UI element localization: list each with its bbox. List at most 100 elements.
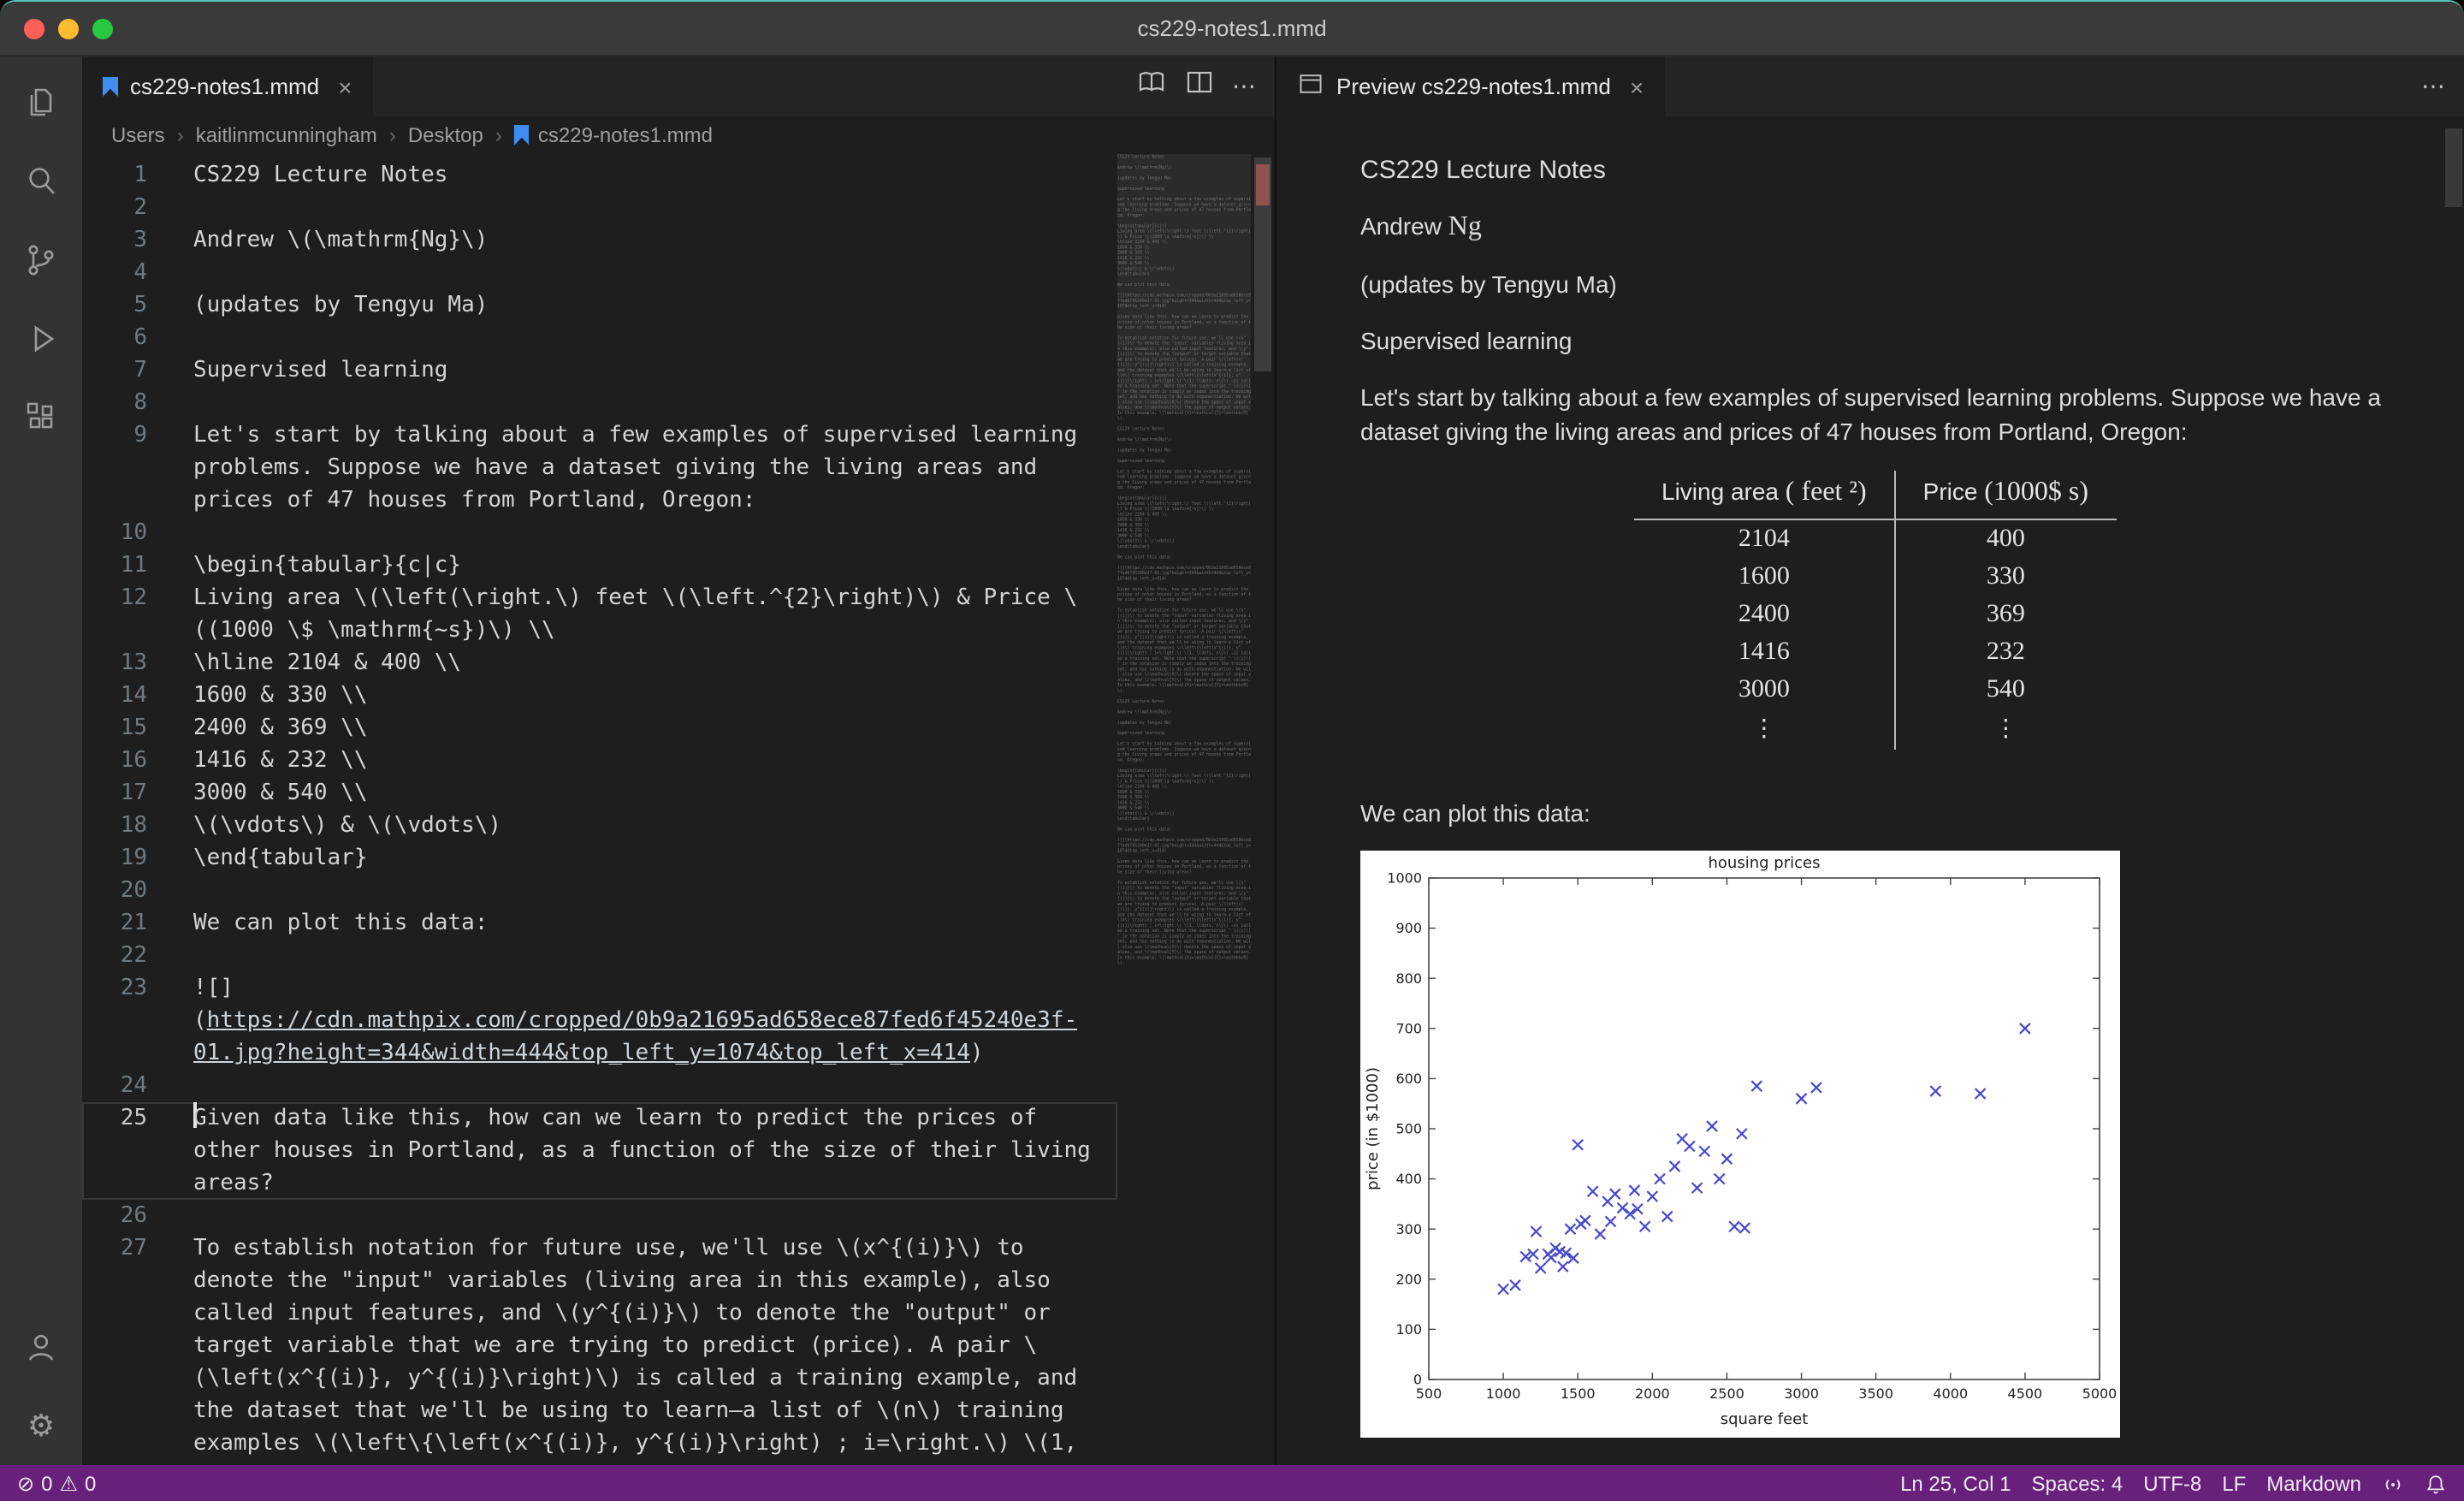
open-preview-icon[interactable] — [1136, 67, 1167, 106]
settings-gear-icon[interactable]: ⚙ — [0, 1386, 82, 1465]
source-control-icon[interactable] — [0, 221, 82, 300]
code-row[interactable]: 22 — [82, 940, 1117, 972]
code-row[interactable]: 2 — [82, 192, 1117, 224]
code-line-text[interactable]: 1416 & 232 \\ — [163, 745, 1117, 777]
line-number: 25 — [82, 1102, 163, 1200]
code-row[interactable]: 152400 & 369 \\ — [82, 712, 1117, 745]
svg-text:housing prices: housing prices — [1709, 854, 1821, 872]
code-row[interactable]: 11\begin{tabular}{c|c} — [82, 549, 1117, 582]
breadcrumb-item[interactable]: cs229-notes1.mmd — [514, 123, 713, 147]
code-line-text[interactable]: 1600 & 330 \\ — [163, 679, 1117, 712]
code-line-text[interactable]: To establish notation for future use, we… — [163, 1232, 1117, 1465]
code-line-text[interactable]: \end{tabular} — [163, 842, 1117, 875]
line-number: 16 — [82, 745, 163, 777]
code-row[interactable]: 4 — [82, 257, 1117, 289]
code-line-text[interactable] — [163, 875, 1117, 907]
minimize-window-button[interactable] — [58, 19, 79, 39]
line-number: 11 — [82, 549, 163, 582]
breadcrumb-item[interactable]: kaitlinmcunningham — [196, 123, 377, 147]
code-line-text[interactable] — [163, 192, 1117, 224]
minimap-slider[interactable] — [1117, 154, 1251, 411]
broadcast-icon[interactable] — [2382, 1473, 2404, 1495]
code-line-text[interactable]: Given data like this, how can we learn t… — [163, 1102, 1117, 1200]
code-row[interactable]: 173000 & 540 \\ — [82, 777, 1117, 810]
code-line-text[interactable]: (updates by Tengyu Ma) — [163, 289, 1117, 322]
line-number: 18 — [82, 810, 163, 842]
accounts-icon[interactable] — [0, 1308, 82, 1386]
code-row[interactable]: 12Living area \(\left(\right.\) feet \(\… — [82, 582, 1117, 647]
code-row[interactable]: 10 — [82, 517, 1117, 549]
code-line-text[interactable] — [163, 322, 1117, 354]
tab-preview[interactable]: Preview cs229-notes1.mmd × — [1276, 56, 1664, 116]
close-window-button[interactable] — [24, 19, 44, 39]
svg-text:3000: 3000 — [1784, 1385, 1819, 1402]
code-line-text[interactable]: \begin{tabular}{c|c} — [163, 549, 1117, 582]
code-line-text[interactable]: 3000 & 540 \\ — [163, 777, 1117, 810]
code-row[interactable]: 24 — [82, 1070, 1117, 1102]
cursor-position[interactable]: Ln 25, Col 1 — [1900, 1472, 2011, 1496]
more-actions-icon[interactable]: ⋯ — [1232, 72, 1258, 101]
code-line-text[interactable]: We can plot this data: — [163, 907, 1117, 940]
search-icon[interactable] — [0, 142, 82, 221]
extensions-icon[interactable] — [0, 378, 82, 457]
close-tab-icon[interactable]: × — [338, 73, 352, 100]
notifications-bell-icon[interactable] — [2425, 1473, 2447, 1495]
code-line-text[interactable] — [163, 940, 1117, 972]
code-line-text[interactable] — [163, 387, 1117, 419]
code-line-text[interactable] — [163, 257, 1117, 289]
errors-count: 0 — [41, 1472, 52, 1496]
code-line-text[interactable]: Let's start by talking about a few examp… — [163, 419, 1117, 517]
table-header: Price (1000$ s) — [1895, 471, 2116, 519]
code-row[interactable]: 20 — [82, 875, 1117, 907]
code-row[interactable]: 18\(\vdots\) & \(\vdots\) — [82, 810, 1117, 842]
code-line-text[interactable]: \(\vdots\) & \(\vdots\) — [163, 810, 1117, 842]
code-row[interactable]: 3Andrew \(\mathrm{Ng}\) — [82, 224, 1117, 257]
code-line-text[interactable] — [163, 1200, 1117, 1232]
more-actions-icon[interactable]: ⋯ — [2421, 72, 2447, 101]
tab-label: cs229-notes1.mmd — [130, 74, 319, 99]
breadcrumb-item[interactable]: Desktop — [408, 123, 483, 147]
code-line-text[interactable]: Living area \(\left(\right.\) feet \(\le… — [163, 582, 1117, 647]
indentation[interactable]: Spaces: 4 — [2032, 1472, 2123, 1496]
run-debug-icon[interactable] — [0, 300, 82, 378]
explorer-icon[interactable] — [0, 63, 82, 142]
code-line-text[interactable]: \hline 2104 & 400 \\ — [163, 647, 1117, 679]
code-row[interactable]: 19\end{tabular} — [82, 842, 1117, 875]
close-tab-icon[interactable]: × — [1630, 73, 1644, 100]
code-line-text[interactable] — [163, 1070, 1117, 1102]
code-row[interactable]: 13\hline 2104 & 400 \\ — [82, 647, 1117, 679]
encoding[interactable]: UTF-8 — [2143, 1472, 2201, 1496]
code-row[interactable]: 23![](https://cdn.mathpix.com/cropped/0b… — [82, 972, 1117, 1070]
code-editor[interactable]: 1CS229 Lecture Notes23Andrew \(\mathrm{N… — [82, 154, 1275, 1465]
text-cursor — [193, 1102, 196, 1128]
problems-indicator[interactable]: ⊘ 0 ⚠ 0 — [17, 1472, 96, 1496]
code-row[interactable]: 9Let's start by talking about a few exam… — [82, 419, 1117, 517]
tab-cs229-notes[interactable]: cs229-notes1.mmd × — [82, 56, 373, 116]
url-link[interactable]: https://cdn.mathpix.com/cropped/0b9a2169… — [193, 1008, 1077, 1066]
preview-scrollbar-thumb[interactable] — [2445, 128, 2462, 207]
code-line-text[interactable]: Supervised learning — [163, 354, 1117, 387]
language-mode[interactable]: Markdown — [2266, 1472, 2361, 1496]
code-line-text[interactable]: 2400 & 369 \\ — [163, 712, 1117, 745]
code-line-text[interactable]: Andrew \(\mathrm{Ng}\) — [163, 224, 1117, 257]
breadcrumb-item[interactable]: Users — [111, 123, 165, 147]
split-editor-icon[interactable] — [1184, 67, 1215, 106]
code-row[interactable]: 27To establish notation for future use, … — [82, 1232, 1117, 1465]
code-row[interactable]: 25Given data like this, how can we learn… — [82, 1102, 1117, 1200]
code-row[interactable]: 5(updates by Tengyu Ma) — [82, 289, 1117, 322]
code-row[interactable]: 141600 & 330 \\ — [82, 679, 1117, 712]
zoom-window-button[interactable] — [92, 19, 113, 39]
code-row[interactable]: 8 — [82, 387, 1117, 419]
code-line-text[interactable]: CS229 Lecture Notes — [163, 159, 1117, 192]
editor-tab-bar: cs229-notes1.mmd × ⋯ — [82, 56, 1275, 116]
code-row[interactable]: 21We can plot this data: — [82, 907, 1117, 940]
code-row[interactable]: 1CS229 Lecture Notes — [82, 159, 1117, 192]
code-row[interactable]: 7Supervised learning — [82, 354, 1117, 387]
editor-scrollbar[interactable] — [1251, 154, 1275, 1465]
eol-sequence[interactable]: LF — [2222, 1472, 2246, 1496]
code-row[interactable]: 6 — [82, 322, 1117, 354]
code-line-text[interactable]: ![](https://cdn.mathpix.com/cropped/0b9a… — [163, 972, 1117, 1070]
code-row[interactable]: 161416 & 232 \\ — [82, 745, 1117, 777]
code-line-text[interactable] — [163, 517, 1117, 549]
code-row[interactable]: 26 — [82, 1200, 1117, 1232]
